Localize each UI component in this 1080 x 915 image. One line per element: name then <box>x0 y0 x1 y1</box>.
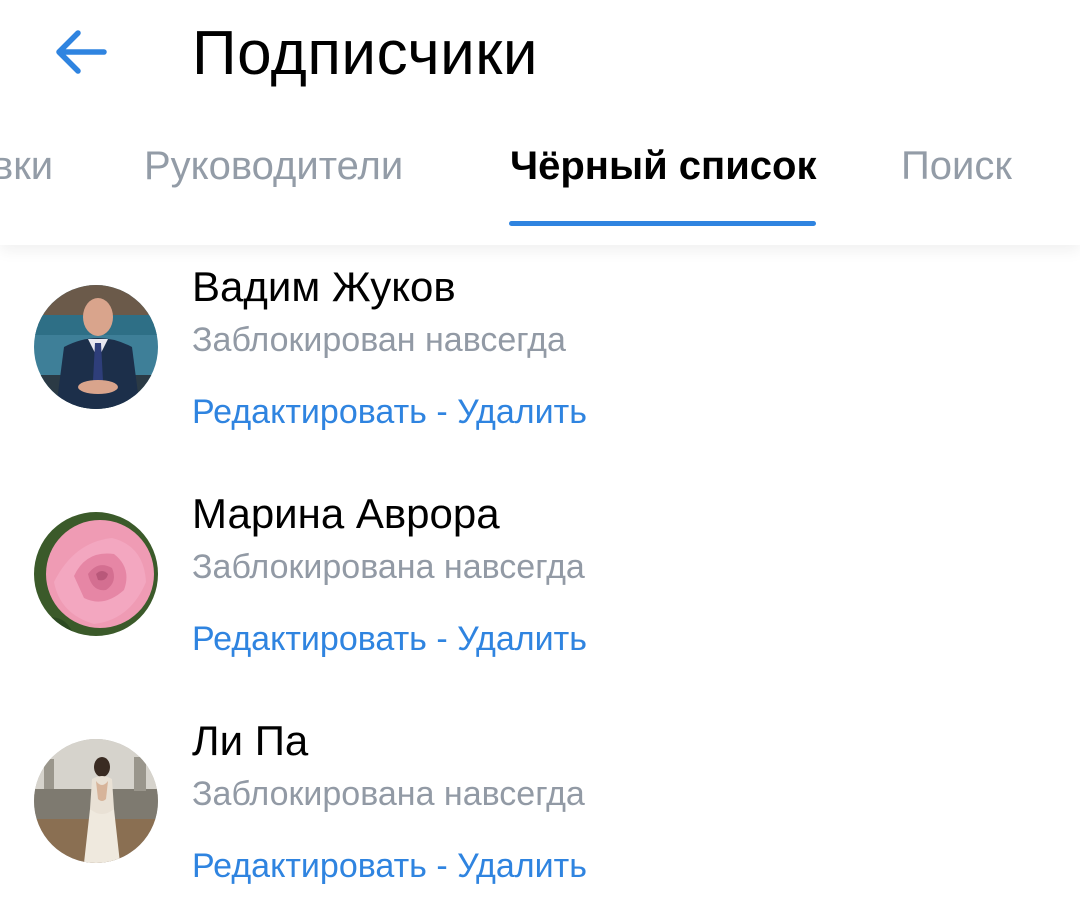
tab-managers[interactable]: Руководители <box>144 142 403 190</box>
avatar-photo-rose <box>34 512 158 636</box>
user-name[interactable]: Вадим Жуков <box>192 262 456 312</box>
list-item: Ли Па Заблокирована навсегда Редактирова… <box>0 699 1080 915</box>
block-status: Заблокирована навсегда <box>192 775 585 813</box>
avatar[interactable] <box>34 285 158 409</box>
actions-separator: - <box>426 620 458 658</box>
avatar-photo-man <box>34 285 158 409</box>
actions-separator: - <box>426 393 458 431</box>
user-name[interactable]: Ли Па <box>192 716 308 766</box>
edit-link[interactable]: Редактировать <box>192 393 427 431</box>
block-status: Заблокирована навсегда <box>192 548 585 586</box>
page-title: Подписчики <box>192 19 539 88</box>
avatar[interactable] <box>34 512 158 636</box>
tab-blacklist[interactable]: Чёрный список <box>510 142 817 190</box>
user-name[interactable]: Марина Аврора <box>192 489 500 539</box>
active-tab-indicator <box>509 221 816 226</box>
tab-requests[interactable]: вки <box>0 142 53 190</box>
actions-separator: - <box>426 847 458 885</box>
row-actions: Редактировать - Удалить <box>192 618 587 660</box>
delete-link[interactable]: Удалить <box>457 847 587 885</box>
edit-link[interactable]: Редактировать <box>192 620 427 658</box>
delete-link[interactable]: Удалить <box>457 393 587 431</box>
delete-link[interactable]: Удалить <box>457 620 587 658</box>
avatar[interactable] <box>34 739 158 863</box>
row-actions: Редактировать - Удалить <box>192 845 587 887</box>
edit-link[interactable]: Редактировать <box>192 847 427 885</box>
back-button[interactable] <box>40 20 120 84</box>
app-header: Подписчики вки Руководители Чёрный списо… <box>0 0 1080 245</box>
block-status: Заблокирован навсегда <box>192 321 566 359</box>
row-actions: Редактировать - Удалить <box>192 391 587 433</box>
list-item: Вадим Жуков Заблокирован навсегда Редакт… <box>0 245 1080 472</box>
tab-search[interactable]: Поиск <box>901 142 1012 190</box>
avatar-photo-woman <box>34 739 158 863</box>
list-item: Марина Аврора Заблокирована навсегда Ред… <box>0 472 1080 699</box>
tab-bar: вки Руководители Чёрный список Поиск <box>0 130 1080 245</box>
page: Подписчики вки Руководители Чёрный списо… <box>0 0 1080 915</box>
arrow-left-icon <box>56 30 107 74</box>
